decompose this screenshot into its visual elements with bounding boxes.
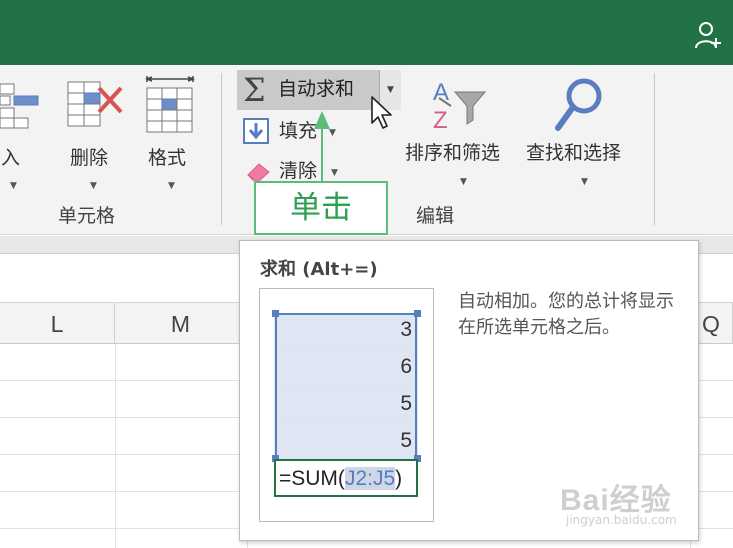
autosum-label: 自动求和 bbox=[278, 78, 355, 100]
title-bar bbox=[0, 0, 733, 65]
preview-range-border bbox=[275, 313, 417, 461]
format-button[interactable]: 格式 ▼ bbox=[140, 70, 202, 191]
cells-group-label: 单元格 bbox=[58, 205, 116, 227]
user-add-icon[interactable] bbox=[693, 20, 723, 50]
mouse-pointer-icon bbox=[371, 96, 392, 129]
fill-down-icon bbox=[243, 118, 269, 144]
grid-column-line bbox=[115, 344, 116, 548]
find-magnifier-icon bbox=[555, 78, 602, 131]
chevron-down-icon: ▼ bbox=[460, 177, 467, 187]
sort-filter-icon: A Z bbox=[433, 79, 487, 134]
format-label: 格式 bbox=[148, 147, 187, 169]
baidu-watermark: Bai经验 jingyan.baidu.com bbox=[560, 469, 730, 531]
chevron-down-icon: ▼ bbox=[10, 181, 17, 191]
find-select-button[interactable]: 查找和选择 ▼ bbox=[526, 70, 641, 190]
group-separator bbox=[654, 73, 655, 225]
preview-formula-cell: =SUM(J2:J5) bbox=[274, 459, 418, 497]
chevron-down-icon: ▼ bbox=[90, 181, 97, 191]
chevron-down-icon: ▼ bbox=[168, 181, 175, 191]
autosum-sigma-icon: Σ bbox=[243, 71, 266, 109]
formula-range-ref: J2:J5 bbox=[344, 467, 396, 490]
chevron-down-icon: ▼ bbox=[387, 85, 394, 95]
tooltip-preview: 3 6 5 5 =SUM(J2:J5) bbox=[259, 288, 434, 522]
chevron-down-icon: ▼ bbox=[581, 177, 588, 187]
sort-filter-label: 排序和筛选 bbox=[405, 142, 501, 164]
tooltip-description: 自动相加。您的总计将显示在所选单元格之后。 bbox=[458, 291, 674, 338]
group-separator bbox=[221, 73, 222, 225]
up-arrow-icon bbox=[314, 111, 330, 181]
column-header-l[interactable]: L bbox=[0, 303, 115, 345]
click-callout-text: 单击 bbox=[290, 190, 352, 226]
range-handle bbox=[272, 310, 279, 317]
formula-prefix: =SUM( bbox=[279, 467, 345, 490]
delete-cells-icon bbox=[67, 81, 123, 127]
delete-button[interactable]: 删除 ▼ bbox=[62, 70, 124, 191]
range-handle bbox=[414, 310, 421, 317]
formula-suffix: ) bbox=[395, 467, 403, 490]
editing-group-label: 编辑 bbox=[416, 205, 455, 227]
svg-text:Z: Z bbox=[433, 107, 448, 134]
find-select-label: 查找和选择 bbox=[526, 142, 622, 164]
delete-label: 删除 bbox=[70, 147, 109, 169]
click-callout: 单击 bbox=[254, 181, 388, 235]
sort-filter-button[interactable]: A Z 排序和筛选 ▼ bbox=[405, 70, 520, 190]
insert-cells-icon bbox=[0, 83, 39, 129]
eraser-icon bbox=[247, 163, 270, 183]
format-cells-icon bbox=[144, 76, 196, 133]
tooltip-title: 求和 (Alt+=) bbox=[260, 259, 378, 280]
preview-formula: =SUM(J2:J5) bbox=[279, 467, 402, 491]
chevron-down-icon: ▼ bbox=[331, 168, 338, 178]
watermark-subtext: jingyan.baidu.com bbox=[566, 513, 677, 527]
insert-label: 插入 bbox=[0, 147, 21, 169]
column-header-m[interactable]: M bbox=[115, 303, 247, 345]
insert-button[interactable]: 插入 ▼ bbox=[0, 70, 50, 191]
